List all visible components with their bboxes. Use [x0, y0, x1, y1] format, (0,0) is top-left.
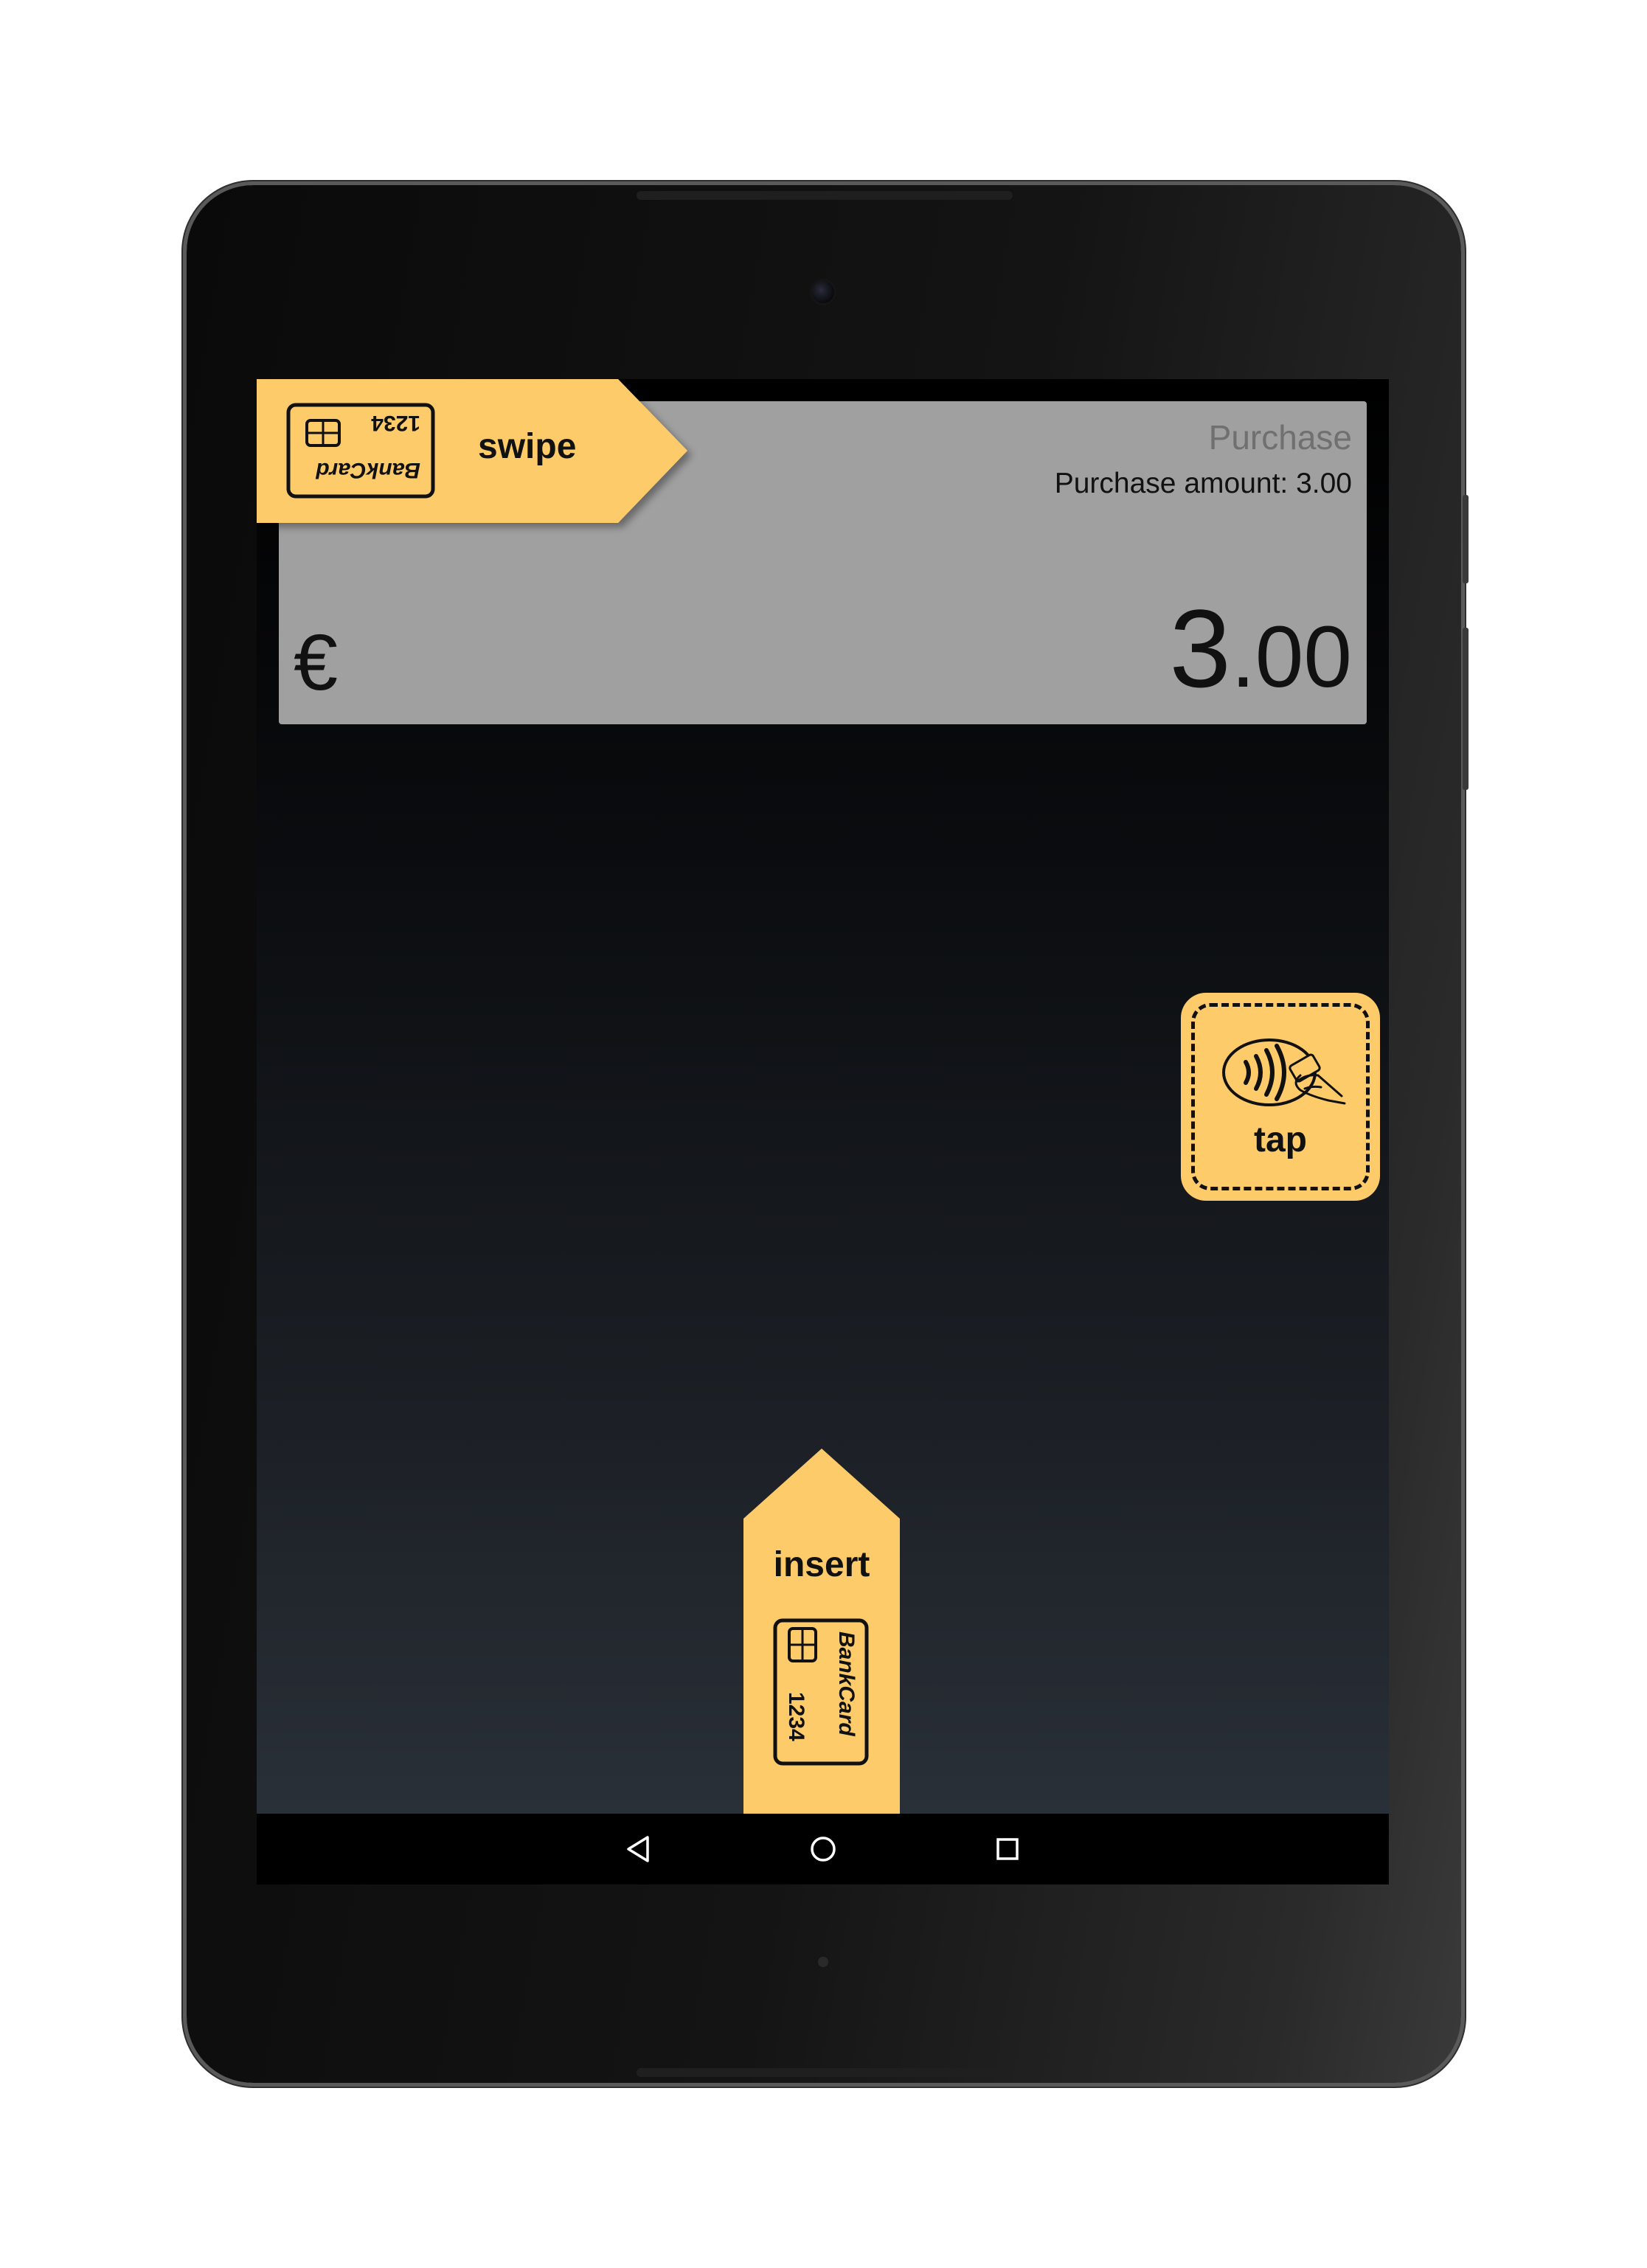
card-number-text: 1234 — [371, 411, 420, 435]
bankcard-icon: BankCard 1234 — [286, 403, 435, 499]
screen: Purchase Purchase amount: 3.00 € 3.00 Ba… — [257, 379, 1389, 1814]
card-brand-text: BankCard — [316, 458, 420, 482]
light-sensor — [818, 1957, 828, 1967]
swipe-prompt[interactable]: BankCard 1234 swipe — [257, 379, 687, 523]
amount-decimal: .00 — [1230, 608, 1352, 706]
navigation-bar — [257, 1814, 1389, 1884]
recents-button[interactable] — [985, 1827, 1030, 1871]
top-speaker-grille — [637, 191, 1013, 200]
tap-label: tap — [1254, 1120, 1307, 1159]
tap-prompt[interactable]: tap — [1181, 993, 1380, 1201]
currency-symbol: € — [294, 617, 339, 707]
insert-label: insert — [773, 1545, 870, 1584]
insert-prompt[interactable]: insert BankCard 1234 — [743, 1449, 900, 1814]
power-button — [1463, 495, 1469, 583]
back-icon — [627, 1836, 649, 1862]
bankcard-vertical-icon: BankCard 1234 — [773, 1618, 869, 1766]
recents-icon — [996, 1838, 1019, 1860]
transaction-type: Purchase — [1208, 418, 1352, 457]
card-number-text: 1234 — [784, 1692, 808, 1741]
transaction-detail: Purchase amount: 3.00 — [1054, 468, 1352, 499]
amount-integer: 3 — [1169, 586, 1231, 710]
back-button[interactable] — [617, 1827, 661, 1871]
home-button[interactable] — [801, 1827, 845, 1871]
volume-button — [1463, 628, 1469, 790]
card-brand-text: BankCard — [834, 1631, 859, 1736]
amount-display: 3.00 — [1170, 593, 1352, 704]
swipe-label: swipe — [478, 427, 577, 466]
home-icon — [811, 1837, 836, 1862]
contactless-icon — [1222, 1038, 1346, 1106]
bottom-speaker-grille — [637, 2068, 1013, 2077]
front-camera — [812, 281, 834, 303]
